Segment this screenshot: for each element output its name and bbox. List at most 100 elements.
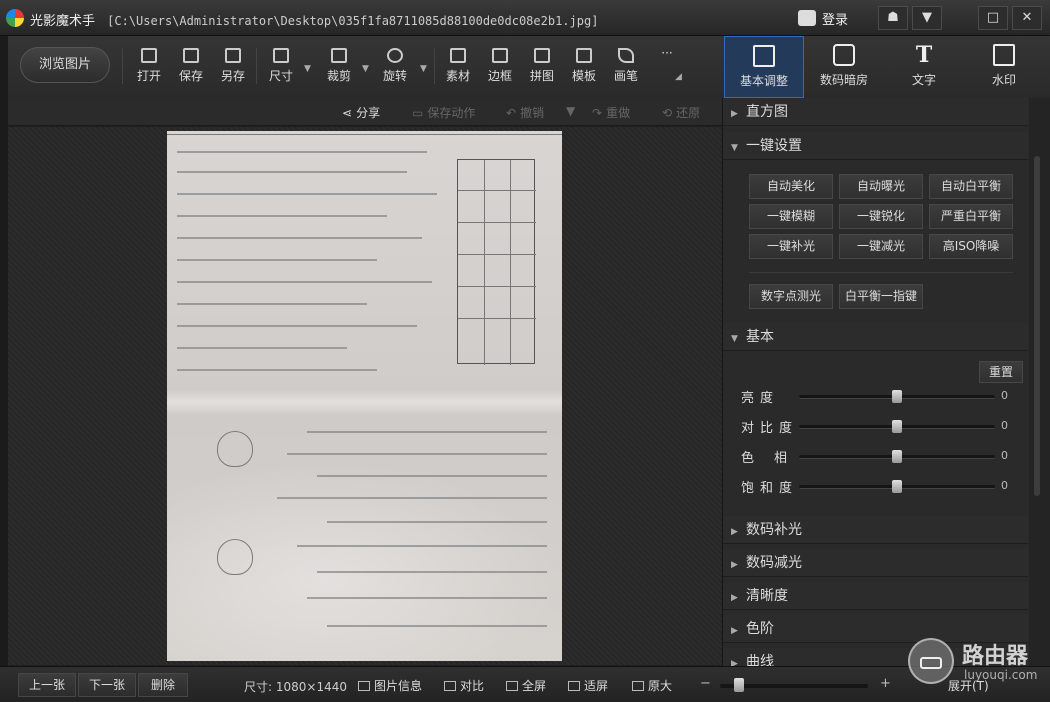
crop-button[interactable]: 裁剪 [320, 48, 358, 84]
tab-darkroom[interactable]: 数码暗房 [804, 36, 884, 98]
rotate-button[interactable]: 旋转 [376, 48, 414, 84]
browse-images-button[interactable]: 浏览图片 [20, 47, 110, 83]
maximize-button[interactable]: □ [978, 6, 1008, 30]
severe-white-balance-button[interactable]: 严重白平衡 [929, 204, 1013, 229]
compare-label: 对比 [460, 679, 485, 693]
original-size-label: 原大 [648, 679, 673, 693]
tab-label: 水印 [991, 73, 1016, 87]
compare-button[interactable]: 对比 [444, 677, 484, 694]
one-click-reduce-light-button[interactable]: 一键减光 [839, 234, 923, 259]
crop-label: 裁剪 [326, 69, 351, 83]
tab-basic-adjust[interactable]: 基本调整 [724, 36, 804, 98]
image-info-button[interactable]: 图片信息 [358, 677, 422, 694]
undo-dropdown-icon[interactable]: ▼ [566, 104, 575, 118]
one-click-blur-button[interactable]: 一键模糊 [749, 204, 833, 229]
one-click-sharpen-button[interactable]: 一键锐化 [839, 204, 923, 229]
rotate-dropdown-icon[interactable]: ▼ [420, 64, 427, 74]
auto-white-balance-button[interactable]: 自动白平衡 [929, 174, 1013, 199]
user-face-icon [798, 10, 816, 26]
template-icon [576, 48, 592, 63]
tab-text[interactable]: T 文字 [884, 36, 964, 98]
panel-scrollbar[interactable] [1029, 98, 1050, 666]
fullscreen-label: 全屏 [522, 679, 547, 693]
previous-image-button[interactable]: 上一张 [18, 673, 76, 697]
one-click-fill-light-button[interactable]: 一键补光 [749, 234, 833, 259]
share-icon: ⋖ [342, 106, 353, 120]
watermark-url: luyouqi.com [964, 668, 1038, 682]
open-label: 打开 [136, 69, 161, 83]
section-digital-reduce-light[interactable]: ▶ 数码减光 [723, 549, 1028, 577]
undo-button[interactable]: ↶ 撤销 [506, 104, 544, 121]
fit-screen-label: 适屏 [584, 679, 609, 693]
material-button[interactable]: 素材 [439, 48, 477, 84]
delete-button[interactable]: 删除 [138, 673, 188, 697]
brightness-slider[interactable] [799, 390, 995, 403]
save-action-button[interactable]: ▭ 保存动作 [412, 104, 475, 121]
fullscreen-button[interactable]: 全屏 [506, 677, 546, 694]
open-button[interactable]: 打开 [130, 48, 168, 84]
login-button[interactable]: 登录 [798, 7, 872, 29]
hue-slider[interactable] [799, 450, 995, 463]
brightness-value: 0 [1001, 389, 1008, 402]
skin-button[interactable]: ☗ [878, 6, 908, 30]
router-logo-icon [908, 638, 954, 684]
brush-button[interactable]: 画笔 [607, 48, 645, 84]
section-one-click[interactable]: ▼ 一键设置 [723, 132, 1028, 160]
white-balance-pick-button[interactable]: 白平衡一指键 [839, 284, 923, 309]
close-button[interactable]: ✕ [1012, 6, 1042, 30]
collage-button[interactable]: 拼图 [523, 48, 561, 84]
section-basic[interactable]: ▼ 基本 [723, 323, 1028, 351]
file-path: [C:\Users\Administrator\Desktop\035f1fa8… [107, 14, 599, 28]
app-logo-icon [6, 9, 24, 27]
auto-beautify-button[interactable]: 自动美化 [749, 174, 833, 199]
expand-arrow-icon: ▶ [731, 560, 738, 570]
crop-dropdown-icon[interactable]: ▼ [362, 64, 369, 74]
share-button[interactable]: ⋖ 分享 [342, 104, 380, 121]
save-as-button[interactable]: 另存 [214, 48, 252, 84]
original-size-button[interactable]: 原大 [632, 677, 672, 694]
resize-dropdown-icon[interactable]: ▼ [304, 64, 311, 74]
next-image-button[interactable]: 下一张 [78, 673, 136, 697]
saturation-slider-thumb[interactable] [892, 480, 902, 493]
adjust-tabs: 基本调整 数码暗房 T 文字 水印 [722, 36, 1050, 98]
info-icon [358, 681, 370, 691]
undo-icon: ↶ [506, 106, 517, 120]
saturation-slider[interactable] [799, 480, 995, 493]
section-title: 数码补光 [746, 522, 802, 538]
zoom-slider-thumb[interactable] [734, 678, 744, 692]
photo-line [167, 134, 562, 135]
menu-button[interactable]: ▼ [912, 6, 942, 30]
section-title: 色阶 [746, 621, 774, 637]
template-button[interactable]: 模板 [565, 48, 603, 84]
expand-arrow-icon: ▶ [731, 527, 738, 537]
contrast-slider-thumb[interactable] [892, 420, 902, 433]
spot-metering-button[interactable]: 数字点测光 [749, 284, 833, 309]
tab-watermark[interactable]: 水印 [964, 36, 1044, 98]
reset-button[interactable]: 重置 [979, 361, 1023, 383]
fit-screen-button[interactable]: 适屏 [568, 677, 608, 694]
zoom-in-button[interactable]: + [880, 676, 891, 691]
high-iso-denoise-button[interactable]: 高ISO降噪 [929, 234, 1013, 259]
zoom-out-button[interactable]: − [700, 676, 711, 691]
restore-button[interactable]: ⟲ 还原 [662, 104, 700, 121]
rotate-icon [387, 48, 403, 63]
border-button[interactable]: 边框 [481, 48, 519, 84]
brightness-slider-thumb[interactable] [892, 390, 902, 403]
brightness-label: 亮度 [741, 391, 780, 406]
image-size-info: 尺寸: 1080×1440 [244, 680, 347, 694]
section-clarity[interactable]: ▶ 清晰度 [723, 582, 1028, 610]
contrast-slider[interactable] [799, 420, 995, 433]
redo-button[interactable]: ↷ 重做 [592, 104, 630, 121]
section-histogram[interactable]: ▶ 直方图 [723, 98, 1028, 126]
contrast-label: 对比度 [741, 421, 799, 436]
site-watermark: 路由器 luyouqi.com [908, 636, 1050, 686]
section-digital-fill-light[interactable]: ▶ 数码补光 [723, 516, 1028, 544]
hue-slider-thumb[interactable] [892, 450, 902, 463]
more-tools-button[interactable]: ··· [648, 46, 686, 60]
expand-tools-icon[interactable]: ◢ [675, 72, 682, 82]
resize-button[interactable]: 尺寸 [262, 48, 300, 84]
save-button[interactable]: 保存 [172, 48, 210, 84]
auto-exposure-button[interactable]: 自动曝光 [839, 174, 923, 199]
panel-scrollbar-thumb[interactable] [1034, 156, 1040, 496]
border-label: 边框 [487, 69, 512, 83]
